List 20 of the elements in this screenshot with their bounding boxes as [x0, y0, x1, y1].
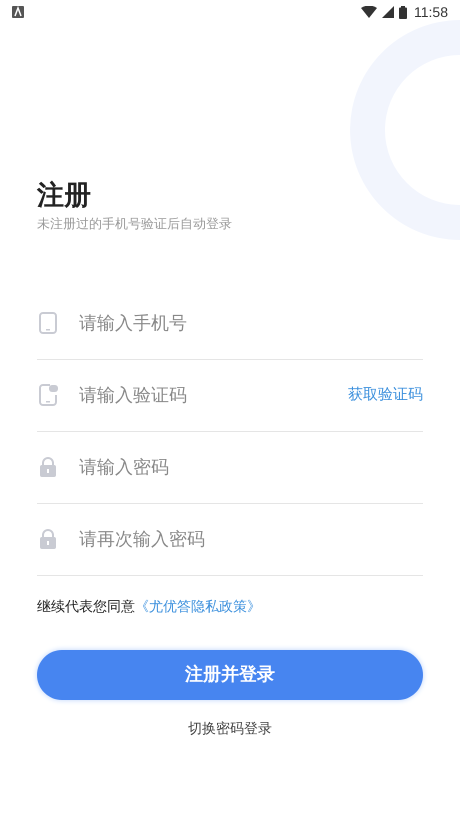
switch-login-link[interactable]: 切换密码登录: [188, 718, 272, 738]
lock-icon: [39, 457, 57, 477]
page-title: 注册: [37, 179, 92, 212]
battery-icon: [399, 6, 407, 18]
privacy-policy-link[interactable]: 《尤优答隐私政策》: [135, 598, 261, 614]
subtitle: 未注册过的手机号验证后自动登录: [37, 215, 233, 233]
input-field[interactable]: 请输入验证码: [79, 382, 348, 408]
phone-icon: [39, 312, 57, 334]
agreement-text: 继续代表您同意《尤优答隐私政策》: [37, 596, 262, 616]
register-login-button[interactable]: 注册并登录: [37, 650, 423, 700]
lock-icon: [39, 529, 57, 549]
signal-icon: [382, 6, 394, 18]
notification-icon: [12, 6, 24, 18]
wifi-icon: [361, 6, 377, 18]
input-field[interactable]: 请再次输入密码: [79, 526, 423, 552]
get-code-link[interactable]: 获取验证码: [348, 384, 423, 406]
phone-message-icon: [39, 384, 59, 406]
status-time: 11:58: [414, 2, 448, 22]
input-field[interactable]: 请输入手机号: [79, 310, 423, 336]
input-field[interactable]: 请输入密码: [79, 454, 423, 480]
